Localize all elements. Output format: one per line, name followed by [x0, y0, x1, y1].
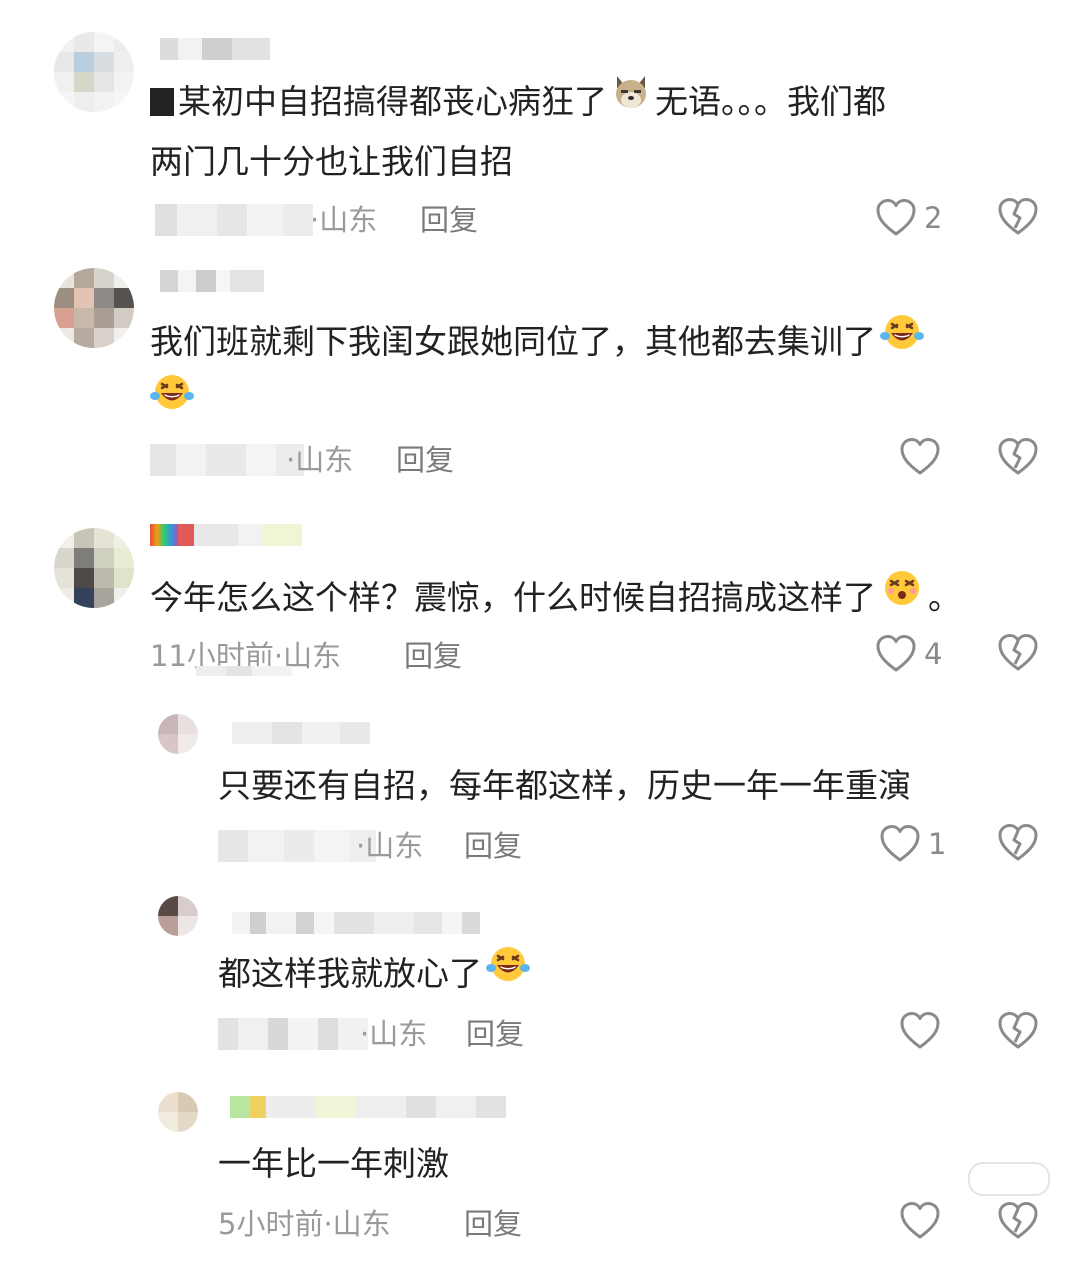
doge-emoji	[611, 71, 651, 131]
reply-button[interactable]: 回复	[466, 1014, 524, 1054]
username-blurred[interactable]	[232, 912, 480, 934]
avatar[interactable]	[158, 1092, 198, 1132]
laughing-tears-emoji	[150, 371, 194, 431]
broken-heart-icon	[998, 634, 1038, 671]
broken-heart-icon	[998, 438, 1038, 475]
comment-text-line2: 两门几十分也让我们自招	[150, 142, 513, 181]
reply-button[interactable]: 回复	[404, 636, 462, 676]
watermark-badge	[968, 1162, 1050, 1196]
comment-meta: ·山东 回复	[0, 1012, 1080, 1054]
comment-meta: ·山东 回复 1	[0, 824, 1080, 866]
time-blurred	[218, 830, 376, 862]
reply-button[interactable]: 回复	[464, 1204, 522, 1244]
reply-button[interactable]: 回复	[464, 826, 522, 866]
username-blurred[interactable]	[230, 1096, 506, 1118]
username-blurred[interactable]	[160, 270, 264, 292]
like-button[interactable]: 1	[880, 824, 946, 864]
comment-text: 都这样我就放心了	[218, 944, 534, 1006]
dislike-button[interactable]	[998, 634, 1038, 672]
like-button[interactable]	[900, 1012, 948, 1050]
avatar[interactable]	[54, 268, 134, 348]
dislike-button[interactable]	[998, 1012, 1038, 1050]
comment-time: 5小时前·山东	[218, 1207, 391, 1241]
avatar[interactable]	[54, 32, 134, 112]
comment-text-line2	[150, 372, 198, 434]
like-button[interactable]	[900, 438, 948, 476]
comment-text: 今年怎么这个样？震惊，什么时候自招搞成这样了 。	[150, 568, 961, 630]
comment-meta: 5小时前·山东 回复	[0, 1202, 1080, 1244]
avatar[interactable]	[158, 714, 198, 754]
comment-text: 一年比一年刺激	[218, 1144, 449, 1183]
like-button[interactable]: 2	[876, 198, 942, 238]
broken-heart-icon	[998, 1202, 1038, 1239]
dislike-button[interactable]	[998, 1202, 1038, 1240]
like-button[interactable]	[900, 1202, 948, 1240]
comment-location: ·山东	[360, 1017, 428, 1051]
comment-meta: ·山东 回复 2	[0, 198, 1080, 240]
dislike-button[interactable]	[998, 824, 1038, 862]
heart-outline-icon	[876, 199, 916, 236]
like-button[interactable]: 4	[876, 634, 942, 674]
broken-heart-icon	[998, 198, 1038, 235]
time-blurred	[218, 1018, 368, 1050]
time-blurred	[155, 204, 313, 236]
broken-heart-icon	[998, 1012, 1038, 1049]
heart-outline-icon	[880, 825, 920, 862]
like-count: 1	[928, 827, 947, 861]
reply-button[interactable]: 回复	[420, 200, 478, 240]
like-count: 4	[924, 637, 943, 671]
broken-heart-icon	[998, 824, 1038, 861]
avatar[interactable]	[54, 528, 134, 608]
heart-outline-icon	[900, 438, 940, 475]
comment-text: 我们班就剩下我闺女跟她同位了，其他都去集训了	[150, 312, 928, 374]
comment-meta: 11小时前·山东 回复 4	[0, 634, 1080, 676]
heart-outline-icon	[900, 1202, 940, 1239]
username-blurred[interactable]	[160, 38, 270, 60]
heart-outline-icon	[900, 1012, 940, 1049]
comment-location: ·山东	[356, 829, 424, 863]
time-blurred	[150, 444, 304, 476]
dislike-button[interactable]	[998, 438, 1038, 476]
comment-location: ·山东	[286, 443, 354, 477]
like-count: 2	[924, 201, 943, 235]
comment-location: ·山东	[310, 203, 378, 237]
dislike-button[interactable]	[998, 198, 1038, 236]
heart-outline-icon	[876, 635, 916, 672]
time-overlay-blurred	[196, 666, 292, 676]
comment-text: 某初中自招搞得都丧心病狂了 无语。。。我们都	[150, 72, 886, 134]
comment-text: 只要还有自招，每年都这样，历史一年一年重演	[218, 766, 911, 805]
username-blurred[interactable]	[150, 524, 302, 546]
comment-meta: ·山东 回复	[0, 438, 1080, 480]
dizzy-face-emoji	[880, 567, 924, 627]
laughing-tears-emoji	[486, 943, 530, 1003]
redacted-block	[150, 87, 174, 116]
username-blurred[interactable]	[232, 722, 370, 744]
avatar[interactable]	[158, 896, 198, 936]
reply-button[interactable]: 回复	[396, 440, 454, 480]
laughing-tears-emoji	[880, 311, 924, 371]
